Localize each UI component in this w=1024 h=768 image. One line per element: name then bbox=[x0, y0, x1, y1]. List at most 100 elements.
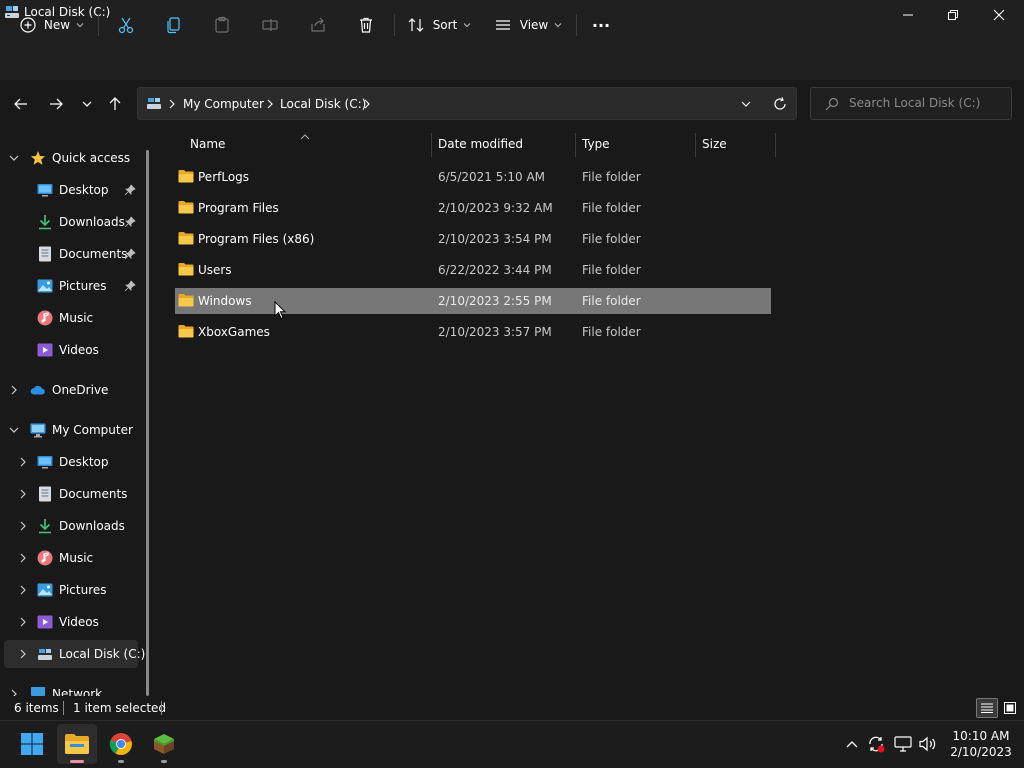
expand-chevron[interactable] bbox=[17, 543, 29, 573]
plus-circle-icon bbox=[20, 17, 36, 33]
forward-button[interactable] bbox=[42, 90, 70, 118]
desktop-icon bbox=[37, 182, 53, 198]
drive-icon bbox=[37, 646, 53, 662]
address-bar[interactable]: My Computer Local Disk (C:) bbox=[137, 87, 797, 120]
show-hidden-icons-button[interactable] bbox=[842, 734, 862, 754]
sidebar-item-quick-access[interactable]: Quick access bbox=[30, 143, 130, 173]
start-button[interactable] bbox=[12, 724, 52, 764]
share-button[interactable] bbox=[302, 8, 334, 42]
file-row[interactable]: Program Files 2/10/2023 9:32 AM File fol… bbox=[175, 195, 771, 221]
file-row[interactable]: Program Files (x86) 2/10/2023 3:54 PM Fi… bbox=[175, 226, 771, 252]
column-divider[interactable] bbox=[575, 133, 576, 157]
taskbar-file-explorer[interactable] bbox=[57, 724, 97, 764]
details-view-button[interactable] bbox=[976, 698, 998, 718]
up-button[interactable] bbox=[101, 90, 129, 118]
new-button[interactable]: New bbox=[14, 8, 90, 42]
recent-locations-button[interactable] bbox=[73, 90, 101, 118]
sidebar-item-my-computer[interactable]: My Computer bbox=[30, 415, 133, 445]
status-divider bbox=[63, 701, 64, 715]
sidebar-item-pc-documents[interactable]: Documents bbox=[37, 479, 127, 509]
video-icon bbox=[37, 614, 53, 630]
delete-button[interactable] bbox=[350, 8, 382, 42]
toolbar-separator bbox=[394, 14, 395, 36]
sidebar-item-downloads[interactable]: Downloads bbox=[37, 207, 125, 237]
sidebar-item-pc-music[interactable]: Music bbox=[37, 543, 93, 573]
expand-chevron[interactable] bbox=[8, 415, 20, 445]
chevron-right-icon bbox=[364, 99, 370, 109]
column-header-date[interactable]: Date modified bbox=[438, 131, 574, 157]
expand-chevron[interactable] bbox=[17, 607, 29, 637]
sidebar-item-local-disk[interactable]: Local Disk (C:) bbox=[37, 639, 145, 669]
file-row-selected[interactable]: Windows 2/10/2023 2:55 PM File folder bbox=[175, 288, 771, 314]
cut-button[interactable] bbox=[110, 8, 142, 42]
taskbar-clock[interactable]: 10:10 AM 2/10/2023 bbox=[946, 728, 1016, 760]
minimize-button[interactable] bbox=[885, 0, 931, 30]
expand-chevron[interactable] bbox=[17, 511, 29, 541]
sidebar-item-videos[interactable]: Videos bbox=[37, 335, 99, 365]
expand-chevron[interactable] bbox=[17, 479, 29, 509]
file-date: 2/10/2023 9:32 AM bbox=[438, 201, 553, 215]
active-app-indicator bbox=[70, 760, 84, 763]
volume-button[interactable] bbox=[918, 734, 938, 754]
restore-button[interactable] bbox=[930, 0, 976, 30]
sidebar-item-onedrive[interactable]: OneDrive bbox=[30, 375, 108, 405]
file-row[interactable]: XboxGames 2/10/2023 3:57 PM File folder bbox=[175, 319, 771, 345]
chevron-right-icon bbox=[20, 585, 26, 595]
sidebar-item-pc-downloads[interactable]: Downloads bbox=[37, 511, 125, 541]
cloud-icon bbox=[30, 382, 46, 398]
column-divider[interactable] bbox=[775, 133, 776, 157]
chevron-right-icon bbox=[20, 649, 26, 659]
expand-chevron[interactable] bbox=[17, 447, 29, 477]
document-icon bbox=[37, 246, 53, 262]
sidebar-item-pc-pictures[interactable]: Pictures bbox=[37, 575, 107, 605]
column-divider[interactable] bbox=[431, 133, 432, 157]
file-type: File folder bbox=[582, 170, 641, 184]
rename-button[interactable] bbox=[254, 8, 286, 42]
file-row[interactable]: PerfLogs 6/5/2021 5:10 AM File folder bbox=[175, 164, 771, 190]
chevron-down-icon bbox=[9, 155, 19, 161]
breadcrumb-my-computer[interactable]: My Computer bbox=[183, 97, 264, 111]
taskbar-minecraft[interactable] bbox=[144, 724, 184, 764]
sort-button[interactable]: Sort bbox=[404, 8, 474, 42]
refresh-icon[interactable] bbox=[773, 97, 787, 111]
update-status-button[interactable] bbox=[866, 734, 886, 754]
file-type: File folder bbox=[582, 201, 641, 215]
sidebar-scrollbar[interactable] bbox=[146, 150, 149, 696]
chrome-icon bbox=[109, 733, 132, 755]
expand-chevron[interactable] bbox=[8, 375, 20, 405]
expand-chevron[interactable] bbox=[8, 679, 20, 696]
search-input[interactable] bbox=[849, 96, 1004, 110]
sidebar-item-documents[interactable]: Documents bbox=[37, 239, 127, 269]
expand-chevron[interactable] bbox=[17, 639, 29, 669]
close-button[interactable] bbox=[976, 0, 1022, 30]
chevron-right-icon bbox=[20, 457, 26, 467]
download-icon bbox=[37, 214, 53, 230]
column-header-size[interactable]: Size bbox=[702, 131, 774, 157]
column-divider[interactable] bbox=[695, 133, 696, 157]
expand-chevron[interactable] bbox=[17, 575, 29, 605]
status-bar: 6 items 1 item selected bbox=[0, 698, 1024, 720]
sidebar-item-desktop[interactable]: Desktop bbox=[37, 175, 109, 205]
tiles-view-button[interactable] bbox=[999, 698, 1021, 718]
sidebar-item-pc-desktop[interactable]: Desktop bbox=[37, 447, 109, 477]
network-status-button[interactable] bbox=[893, 734, 913, 754]
address-history-dropdown-icon[interactable] bbox=[741, 99, 751, 109]
sidebar-item-network[interactable]: Network bbox=[30, 679, 102, 696]
paste-button[interactable] bbox=[206, 8, 238, 42]
copy-button[interactable] bbox=[158, 8, 190, 42]
column-header-name[interactable]: Name bbox=[190, 131, 430, 157]
search-box[interactable] bbox=[810, 87, 1012, 120]
sidebar-item-pictures[interactable]: Pictures bbox=[37, 271, 107, 301]
more-options-button[interactable]: ··· bbox=[586, 8, 616, 42]
view-button[interactable]: View bbox=[490, 8, 566, 42]
sidebar-item-pc-videos[interactable]: Videos bbox=[37, 607, 99, 637]
taskbar-chrome[interactable] bbox=[101, 724, 141, 764]
back-button[interactable] bbox=[7, 90, 35, 118]
column-header-type[interactable]: Type bbox=[582, 131, 694, 157]
expand-chevron[interactable] bbox=[8, 143, 20, 173]
folder-icon bbox=[178, 294, 194, 307]
sidebar-item-music[interactable]: Music bbox=[37, 303, 93, 333]
file-row[interactable]: Users 6/22/2022 3:44 PM File folder bbox=[175, 257, 771, 283]
chevron-right-icon bbox=[11, 689, 17, 696]
breadcrumb-local-disk[interactable]: Local Disk (C:) bbox=[280, 97, 366, 111]
